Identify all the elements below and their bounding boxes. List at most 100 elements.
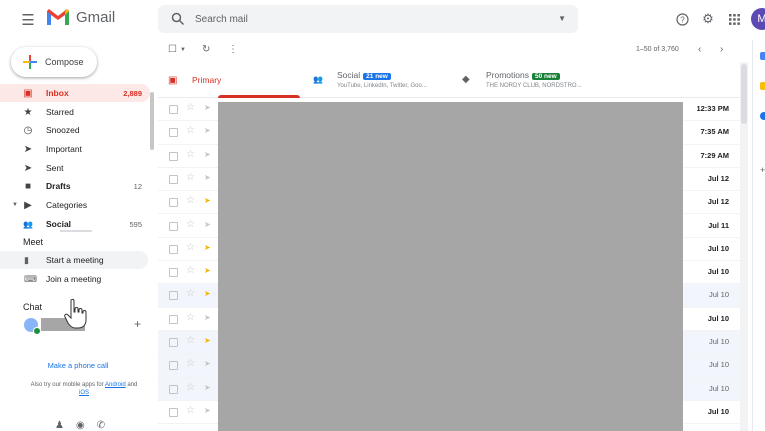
email-select-checkbox[interactable] (169, 128, 178, 138)
search-input[interactable] (195, 13, 535, 25)
top-bar: ☰ Gmail ▼ ? ⚙ M (0, 0, 765, 40)
email-select-checkbox[interactable] (169, 361, 178, 371)
gmail-logo[interactable]: Gmail (46, 7, 115, 27)
android-link[interactable]: Android (105, 382, 126, 388)
tab-social[interactable]: 👥 Social 21 new YouTube, LinkedIn, Twitte… (303, 62, 448, 98)
mobile-apps-note: Also try our mobile apps for Android and… (20, 381, 148, 397)
star-icon[interactable]: ☆ (186, 358, 195, 369)
important-marker-icon[interactable]: ➤ (204, 173, 211, 182)
newer-page-chevron-left-icon[interactable]: ‹ (698, 44, 701, 55)
search-bar[interactable]: ▼ (158, 5, 578, 33)
sidebar-item-drafts[interactable]: ■ Drafts 12 (0, 177, 150, 195)
important-marker-icon[interactable]: ➤ (204, 150, 211, 159)
email-date: Jul 11 (708, 220, 729, 230)
email-select-checkbox[interactable] (169, 151, 178, 161)
calendar-addon-icon[interactable] (760, 52, 765, 60)
important-marker-icon[interactable]: ➤ (204, 289, 211, 298)
email-date: Jul 10 (707, 406, 729, 416)
email-date: Jul 10 (707, 243, 729, 253)
chat-user-avatar[interactable] (24, 318, 41, 335)
email-select-checkbox[interactable] (169, 291, 178, 301)
join-meeting-button[interactable]: ⌨ Join a meeting (0, 270, 148, 288)
pagination-count: 1–50 of 3,760 (636, 46, 679, 53)
phone-icon[interactable]: ✆ (97, 420, 105, 431)
search-options-caret-icon[interactable]: ▼ (558, 14, 566, 23)
join-meeting-label: Join a meeting (46, 274, 102, 284)
important-marker-icon[interactable]: ➤ (204, 383, 211, 392)
important-marker-icon[interactable]: ➤ (204, 103, 211, 112)
refresh-icon[interactable]: ↻ (202, 44, 210, 55)
star-icon[interactable]: ☆ (186, 405, 195, 416)
important-marker-icon[interactable]: ➤ (204, 196, 211, 205)
star-icon[interactable]: ☆ (186, 195, 195, 206)
account-avatar[interactable]: M (751, 8, 765, 30)
email-date: Jul 12 (707, 197, 729, 207)
star-icon[interactable]: ☆ (186, 335, 195, 346)
star-icon[interactable]: ☆ (186, 219, 195, 230)
email-select-checkbox[interactable] (169, 198, 178, 208)
search-icon[interactable] (171, 12, 185, 26)
ios-link[interactable]: iOS (79, 390, 89, 396)
tasks-addon-icon[interactable] (760, 112, 765, 120)
older-page-chevron-right-icon[interactable]: › (720, 44, 723, 55)
sidebar-item-snoozed[interactable]: ◷ Snoozed (0, 121, 150, 139)
email-select-checkbox[interactable] (169, 384, 178, 394)
email-select-checkbox[interactable] (169, 244, 178, 254)
more-options-icon[interactable]: ⋮ (228, 44, 238, 55)
expand-arrow-icon[interactable]: ▼ (12, 202, 18, 208)
email-select-checkbox[interactable] (169, 174, 178, 184)
start-meeting-button[interactable]: ▮ Start a meeting (0, 251, 148, 269)
sidebar-item-important[interactable]: ➤ Important (0, 140, 150, 158)
new-chat-plus-icon[interactable]: + (134, 317, 141, 331)
important-marker-icon[interactable]: ➤ (204, 406, 211, 415)
star-icon[interactable]: ☆ (186, 125, 195, 136)
tab-promotions[interactable]: ◆ Promotions 50 new THE NORDY CLUB, NORDS… (452, 62, 602, 98)
select-all-checkbox[interactable]: ☐ (168, 44, 177, 55)
star-icon[interactable]: ☆ (186, 265, 195, 276)
hamburger-menu-icon[interactable]: ☰ (16, 8, 40, 32)
compose-button[interactable]: Compose (11, 47, 97, 77)
select-options-caret-icon[interactable]: ▼ (180, 47, 186, 53)
main-scrollbar-thumb[interactable] (741, 64, 747, 124)
svg-text:?: ? (680, 15, 685, 24)
tab-primary[interactable]: ▣ Primary (158, 62, 303, 98)
email-select-checkbox[interactable] (169, 407, 178, 417)
apps-note-text: Also try our mobile apps for (30, 382, 104, 388)
email-select-checkbox[interactable] (169, 221, 178, 231)
hand-cursor-icon (64, 298, 87, 329)
sidebar-item-count: 2,889 (123, 88, 142, 98)
email-select-checkbox[interactable] (169, 268, 178, 278)
get-addons-plus-icon[interactable]: + (760, 165, 765, 175)
sidebar-item-categories[interactable]: ▼ ▶ Categories (0, 196, 150, 214)
side-panel: + (752, 40, 765, 431)
important-marker-icon[interactable]: ➤ (204, 266, 211, 275)
draft-file-icon: ■ (24, 180, 32, 192)
important-marker-icon[interactable]: ➤ (204, 243, 211, 252)
important-marker-icon[interactable]: ➤ (204, 220, 211, 229)
sidebar-scrollbar[interactable] (150, 92, 154, 150)
star-icon[interactable]: ☆ (186, 382, 195, 393)
email-select-checkbox[interactable] (169, 105, 178, 114)
contacts-icon[interactable]: ♟ (55, 420, 64, 431)
important-marker-icon[interactable]: ➤ (204, 313, 211, 322)
star-icon[interactable]: ☆ (186, 172, 195, 183)
sidebar-item-starred[interactable]: ★ Starred (0, 103, 150, 121)
star-icon[interactable]: ☆ (186, 102, 195, 113)
keep-addon-icon[interactable] (760, 82, 765, 90)
hangouts-icon[interactable]: ◉ (76, 420, 85, 431)
help-icon[interactable]: ? (672, 9, 692, 29)
important-marker-icon[interactable]: ➤ (204, 359, 211, 368)
important-marker-icon[interactable]: ➤ (204, 126, 211, 135)
sidebar-item-sent[interactable]: ➤ Sent (0, 159, 150, 177)
star-icon[interactable]: ☆ (186, 312, 195, 323)
email-select-checkbox[interactable] (169, 338, 178, 347)
important-marker-icon[interactable]: ➤ (204, 336, 211, 345)
star-icon[interactable]: ☆ (186, 149, 195, 160)
star-icon[interactable]: ☆ (186, 242, 195, 253)
email-select-checkbox[interactable] (169, 314, 178, 324)
sidebar-item-inbox[interactable]: ▣ Inbox 2,889 (0, 84, 150, 102)
make-phone-call-link[interactable]: Make a phone call (0, 361, 156, 370)
apps-grid-icon[interactable] (724, 9, 744, 29)
gear-icon[interactable]: ⚙ (698, 9, 718, 29)
star-icon[interactable]: ☆ (186, 288, 195, 299)
